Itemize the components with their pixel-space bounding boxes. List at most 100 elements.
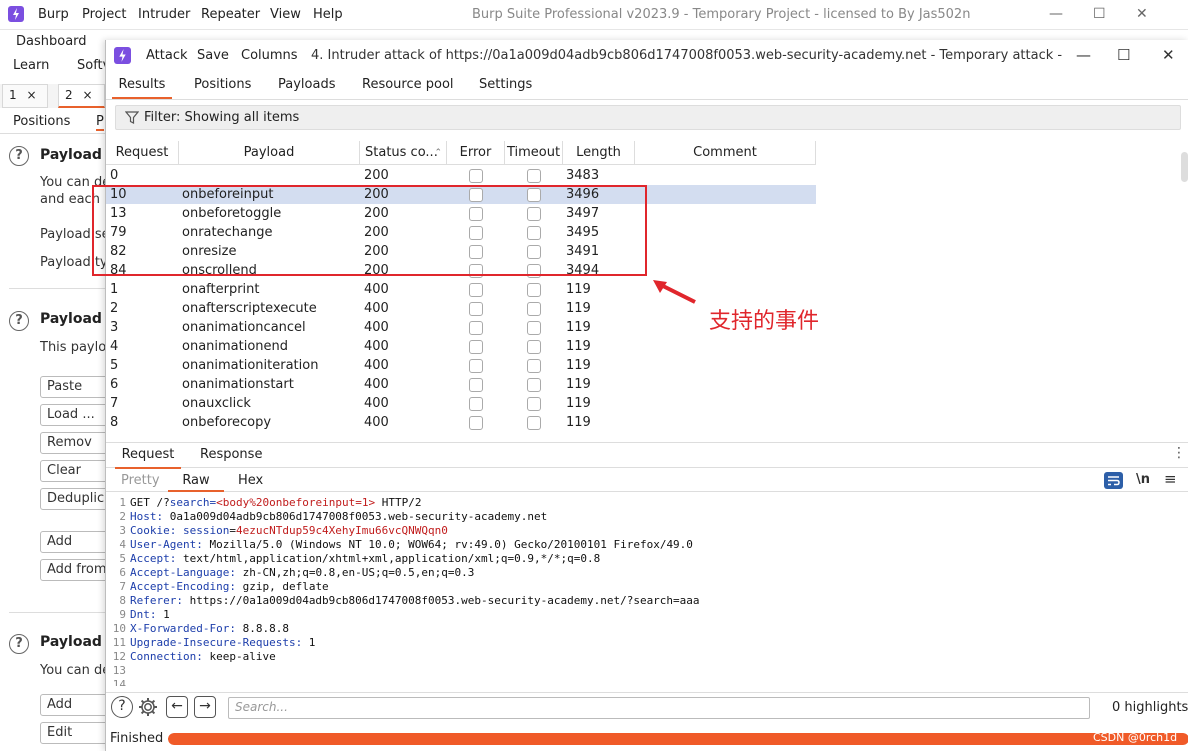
line-number: 3 [119, 524, 126, 537]
code-token: 0a1a009d04adb9cb806d1747008f0053.web-sec… [163, 510, 548, 523]
add-button[interactable]: Add [40, 531, 105, 553]
menu-help[interactable]: Help [313, 7, 343, 22]
edit-button[interactable]: Edit [40, 722, 105, 744]
col-status[interactable]: Status co... ⌃ [360, 141, 447, 165]
sort-asc-icon: ⌃ [434, 148, 442, 158]
minimize-icon[interactable]: — [1049, 6, 1063, 22]
nav-dashboard[interactable]: Dashboard [16, 34, 87, 49]
tab-raw[interactable]: Raw [168, 473, 224, 492]
table-row[interactable]: 8 onbeforecopy 400 119 [106, 413, 816, 432]
tab-response[interactable]: Response [200, 447, 262, 469]
menu-burp[interactable]: Burp [38, 7, 69, 22]
subtab-positions[interactable]: Positions [13, 114, 70, 129]
col-error[interactable]: Error [447, 141, 505, 165]
col-payload[interactable]: Payload [179, 141, 360, 165]
subtab-payloads[interactable]: P [96, 114, 104, 131]
results-scrollbar[interactable] [1180, 144, 1188, 434]
col-comment[interactable]: Comment [635, 141, 816, 165]
col-length[interactable]: Length [563, 141, 635, 165]
tab-results[interactable]: Results [112, 75, 172, 99]
menu-attack[interactable]: Attack [146, 48, 188, 63]
table-row[interactable]: 6 onanimationstart 400 119 [106, 375, 816, 394]
newline-toggle-icon[interactable]: \n [1136, 472, 1150, 487]
paste-button[interactable]: Paste [40, 376, 105, 398]
cell-length: 119 [566, 282, 591, 297]
tab-resource-pool[interactable]: Resource pool [362, 75, 454, 99]
code-token: Accept-Encoding: [130, 580, 236, 593]
intruder-tab-1[interactable]: 1 × [2, 84, 48, 108]
close-icon[interactable]: ✕ [1162, 46, 1175, 64]
code-token: X-Forwarded-For: [130, 622, 236, 635]
code-token: https://0a1a009d04adb9cb806d1747008f0053… [182, 594, 700, 607]
more-options-icon[interactable]: ⋮ [1172, 445, 1186, 461]
request-editor[interactable]: 1 GET /?search=<body%20onbeforeinput=1> H… [106, 496, 1188, 686]
col-timeout[interactable]: Timeout [505, 141, 563, 165]
remove-button[interactable]: Remov [40, 432, 105, 454]
intruder-tab-2[interactable]: 2 × [58, 84, 105, 108]
code-token: Cookie: [130, 524, 177, 537]
forward-arrow-icon[interactable]: → [194, 696, 216, 718]
line-number: 2 [119, 510, 126, 523]
help-icon[interactable]: ? [9, 146, 29, 166]
menu-view[interactable]: View [270, 7, 301, 22]
tab-positions[interactable]: Positions [194, 75, 251, 99]
deduplicate-button[interactable]: Deduplic [40, 488, 105, 510]
menu-icon[interactable]: ≡ [1164, 470, 1177, 488]
load-button[interactable]: Load ... [40, 404, 105, 426]
maximize-icon[interactable]: ☐ [1117, 46, 1130, 64]
table-row[interactable]: 7 onauxclick 400 119 [106, 394, 816, 413]
menu-columns[interactable]: Columns [241, 48, 298, 63]
wrap-lines-icon[interactable] [1104, 472, 1123, 489]
tab-payloads[interactable]: Payloads [278, 75, 335, 99]
close-icon[interactable]: × [26, 88, 36, 102]
timeout-checkbox [527, 340, 541, 354]
code-token: 1 [302, 636, 316, 649]
tab-settings[interactable]: Settings [479, 75, 532, 99]
main-nav: Dashboard Learn Softv [0, 30, 110, 78]
close-icon[interactable]: × [82, 88, 92, 102]
cell-payload: onanimationstart [182, 377, 294, 392]
help-icon[interactable]: ? [9, 311, 29, 331]
settings-gear-icon[interactable] [137, 696, 159, 718]
code-token: Referer: [130, 594, 183, 607]
cell-payload: onbeforecopy [182, 415, 272, 430]
intruder-attack-window: Attack Save Columns 4. Intruder attack o… [105, 40, 1188, 751]
help-icon[interactable]: ? [9, 634, 29, 654]
add-processing-button[interactable]: Add [40, 694, 105, 716]
minimize-icon[interactable]: — [1076, 46, 1091, 64]
tab-pretty[interactable]: Pretty [121, 473, 160, 492]
line-number: 14 [112, 678, 126, 686]
clear-button[interactable]: Clear [40, 460, 105, 482]
tab-request[interactable]: Request [115, 447, 181, 469]
col-request[interactable]: Request [106, 141, 179, 165]
add-from-list-button[interactable]: Add from [40, 559, 105, 581]
tab-hex[interactable]: Hex [238, 473, 263, 492]
nav-learn[interactable]: Learn [13, 58, 49, 73]
filter-bar[interactable]: Filter: Showing all items [115, 105, 1181, 130]
code-token: Mozilla/5.0 (Windows NT 10.0; WOW64; rv:… [202, 538, 693, 551]
cell-status: 400 [364, 339, 389, 354]
table-row[interactable]: 5 onanimationiteration 400 119 [106, 356, 816, 375]
search-input[interactable]: Search... [228, 697, 1090, 719]
table-row[interactable]: 0 200 3483 [106, 166, 816, 185]
cell-status: 200 [364, 168, 389, 183]
menu-project[interactable]: Project [82, 7, 126, 22]
table-row[interactable]: 1 onafterprint 400 119 [106, 280, 816, 299]
menu-save[interactable]: Save [197, 48, 229, 63]
maximize-icon[interactable]: ☐ [1093, 6, 1106, 22]
help-icon[interactable]: ? [111, 696, 133, 718]
code-token: 8.8.8.8 [235, 622, 289, 635]
menu-intruder[interactable]: Intruder [138, 7, 190, 22]
timeout-checkbox [527, 321, 541, 335]
code-token: keep-alive [202, 650, 276, 663]
close-icon[interactable]: ✕ [1136, 6, 1148, 22]
code-token: 1 [156, 608, 170, 621]
back-arrow-icon[interactable]: ← [166, 696, 188, 718]
code-line: Accept: text/html,application/xhtml+xml,… [130, 552, 600, 565]
error-checkbox [469, 416, 483, 430]
section-title: Payload s [40, 311, 105, 327]
annotation-label: 支持的事件 [709, 309, 820, 334]
table-row[interactable]: 4 onanimationend 400 119 [106, 337, 816, 356]
menu-repeater[interactable]: Repeater [201, 7, 260, 22]
watermark: CSDN @0rch1d [1093, 731, 1178, 744]
